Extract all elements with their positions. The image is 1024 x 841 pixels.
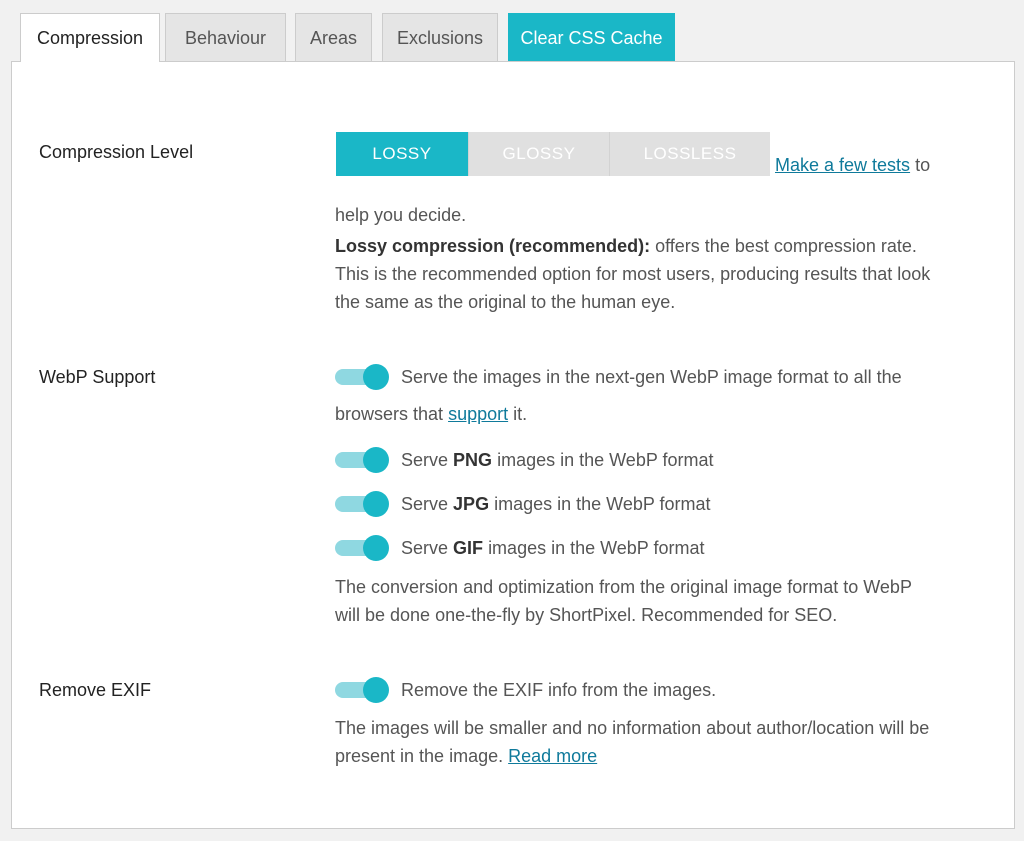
toggle-knob <box>363 677 389 703</box>
toggle-knob <box>363 491 389 517</box>
option-lossy[interactable]: LOSSY <box>336 132 469 176</box>
webp-note: The conversion and optimization from the… <box>335 573 995 629</box>
jpg-post: images in the WebP format <box>494 494 711 514</box>
compression-desc-bold: Lossy compression (recommended): <box>335 236 651 256</box>
webp-jpg-text: Serve JPG images in the WebP format <box>401 490 711 518</box>
webp-jpg-toggle[interactable] <box>335 491 391 517</box>
toggle-knob <box>363 535 389 561</box>
png-post: images in the WebP format <box>497 450 714 470</box>
make-tests-suffix: to <box>915 155 931 175</box>
remove-exif-label: Remove EXIF <box>39 680 152 700</box>
help-decide-text: help you decide. <box>335 205 467 225</box>
webp-main-text: Serve the images in the next-gen WebP im… <box>401 367 902 387</box>
option-lossless[interactable]: LOSSLESS <box>610 132 770 176</box>
compression-desc-rest: offers the best compression rate. <box>655 236 917 256</box>
read-more-link[interactable]: Read more <box>508 746 597 766</box>
webp-it-text: it. <box>513 404 528 424</box>
jpg-pre: Serve <box>401 494 449 514</box>
gif-post: images in the WebP format <box>488 538 705 558</box>
webp-note-line1: The conversion and optimization from the… <box>335 577 912 597</box>
compression-level-label: Compression Level <box>39 142 194 162</box>
webp-support-label: WebP Support <box>39 367 156 387</box>
webp-png-text: Serve PNG images in the WebP format <box>401 446 714 474</box>
gif-pre: Serve <box>401 538 449 558</box>
webp-gif-text: Serve GIF images in the WebP format <box>401 534 705 562</box>
toggle-knob <box>363 364 389 390</box>
exif-note-line2: present in the image. <box>335 746 504 766</box>
compression-desc-line3: the same as the original to the human ey… <box>335 292 676 312</box>
webp-gif-toggle[interactable] <box>335 535 391 561</box>
remove-exif-toggle[interactable] <box>335 677 391 703</box>
exif-note: The images will be smaller and no inform… <box>335 714 1005 770</box>
option-glossy[interactable]: GLOSSY <box>469 132 610 176</box>
webp-browsers-text: browsers that <box>335 404 444 424</box>
webp-toggle[interactable] <box>335 364 391 390</box>
exif-note-line1: The images will be smaller and no inform… <box>335 718 930 738</box>
make-tests-link[interactable]: Make a few tests <box>775 155 910 175</box>
png-pre: Serve <box>401 450 449 470</box>
tab-compression[interactable]: Compression <box>20 13 160 62</box>
compression-desc-line2: This is the recommended option for most … <box>335 264 931 284</box>
tab-behaviour[interactable]: Behaviour <box>165 13 286 61</box>
jpg-bold: JPG <box>453 494 490 514</box>
remove-exif-text: Remove the EXIF info from the images. <box>401 680 717 700</box>
support-link[interactable]: support <box>448 404 508 424</box>
compression-level-selector: LOSSY GLOSSY LOSSLESS <box>336 132 770 176</box>
settings-panel: Compression Level LOSSY GLOSSY LOSSLESS … <box>11 61 1015 829</box>
gif-bold: GIF <box>453 538 484 558</box>
webp-png-toggle[interactable] <box>335 447 391 473</box>
png-bold: PNG <box>453 450 493 470</box>
compression-description: Lossy compression (recommended): offers … <box>335 232 995 316</box>
webp-note-line2: will be done one-the-fly by ShortPixel. … <box>335 605 838 625</box>
tab-areas[interactable]: Areas <box>295 13 372 61</box>
tab-exclusions[interactable]: Exclusions <box>382 13 498 61</box>
make-tests-line: Make a few tests to <box>775 151 930 179</box>
toggle-knob <box>363 447 389 473</box>
webp-main-text-line2: browsers that support it. <box>335 400 527 428</box>
clear-css-cache-button[interactable]: Clear CSS Cache <box>508 13 675 61</box>
